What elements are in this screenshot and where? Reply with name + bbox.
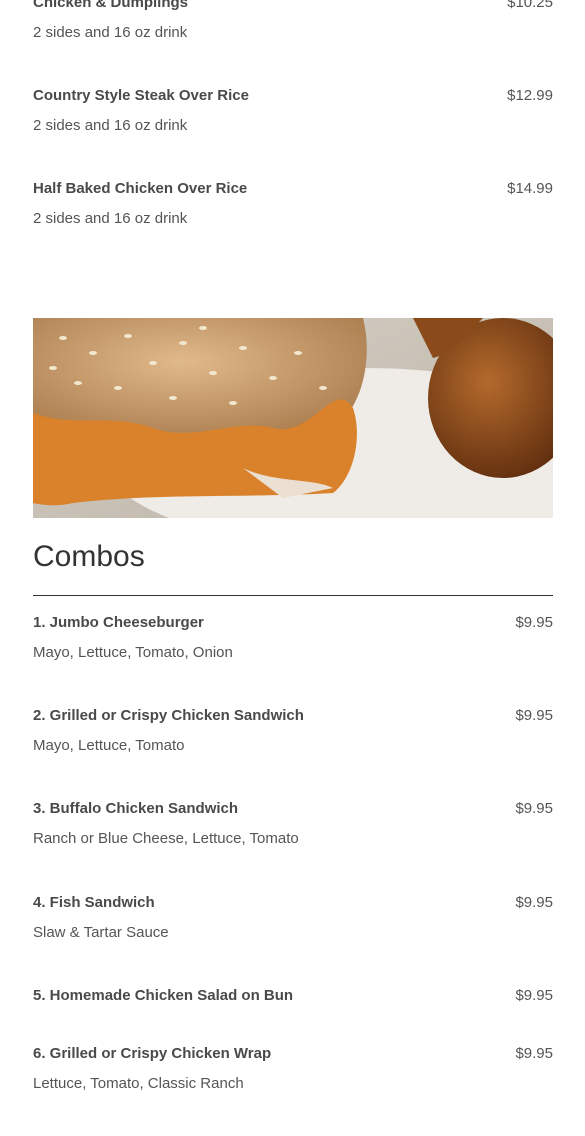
menu-item: 6. Grilled or Crispy Chicken Wrap $9.95 … (33, 1045, 553, 1092)
menu-item-price: $9.95 (515, 614, 553, 631)
menu-item-name: 1. Jumbo Cheeseburger (33, 614, 204, 631)
menu-item-description: Mayo, Lettuce, Tomato, Onion (33, 644, 233, 661)
menu-item: Country Style Steak Over Rice $12.99 2 s… (33, 87, 553, 134)
section-title: Combos (33, 540, 145, 573)
menu-item-price: $9.95 (515, 1045, 553, 1062)
menu-item-name: 6. Grilled or Crispy Chicken Wrap (33, 1045, 272, 1062)
menu-item-description: Slaw & Tartar Sauce (33, 924, 169, 941)
menu-item-name: 5. Homemade Chicken Salad on Bun (33, 987, 294, 1004)
menu-item-price: $12.99 (507, 87, 553, 104)
menu-item-description: Ranch or Blue Cheese, Lettuce, Tomato (33, 830, 299, 847)
menu-item-name: 2. Grilled or Crispy Chicken Sandwich (33, 707, 304, 724)
menu-item-description: 2 sides and 16 oz drink (33, 210, 188, 227)
menu-item-price: $9.95 (515, 707, 553, 724)
menu-item-price: $9.95 (515, 800, 553, 817)
menu-item-price: $9.95 (515, 987, 553, 1004)
menu-item: Chicken & Dumplings $10.25 2 sides and 1… (33, 0, 553, 41)
menu-item-price: $9.95 (515, 894, 553, 911)
menu-item-name: 3. Buffalo Chicken Sandwich (33, 800, 239, 817)
menu-item-name: Half Baked Chicken Over Rice (33, 180, 248, 197)
menu-item-description: 2 sides and 16 oz drink (33, 24, 188, 41)
menu-item: 5. Homemade Chicken Salad on Bun $9.95 (33, 987, 553, 1004)
menu-item: 2. Grilled or Crispy Chicken Sandwich $9… (33, 707, 553, 754)
menu-item-price: $10.25 (507, 0, 553, 11)
menu-item: 1. Jumbo Cheeseburger $9.95 Mayo, Lettuc… (33, 614, 553, 661)
menu-item-description: 2 sides and 16 oz drink (33, 117, 188, 134)
combo-food-photo (33, 318, 553, 518)
section-divider (33, 595, 553, 596)
menu-item-name: Chicken & Dumplings (33, 0, 189, 11)
menu-item: 3. Buffalo Chicken Sandwich $9.95 Ranch … (33, 800, 553, 847)
menu-item-description: Lettuce, Tomato, Classic Ranch (33, 1075, 244, 1092)
menu-item: Half Baked Chicken Over Rice $14.99 2 si… (33, 180, 553, 227)
menu-item: 4. Fish Sandwich $9.95 Slaw & Tartar Sau… (33, 894, 553, 941)
menu-item-price: $14.99 (507, 180, 553, 197)
menu-item-name: 4. Fish Sandwich (33, 894, 155, 911)
menu-item-name: Country Style Steak Over Rice (33, 87, 249, 104)
menu-item-description: Mayo, Lettuce, Tomato (33, 737, 185, 754)
